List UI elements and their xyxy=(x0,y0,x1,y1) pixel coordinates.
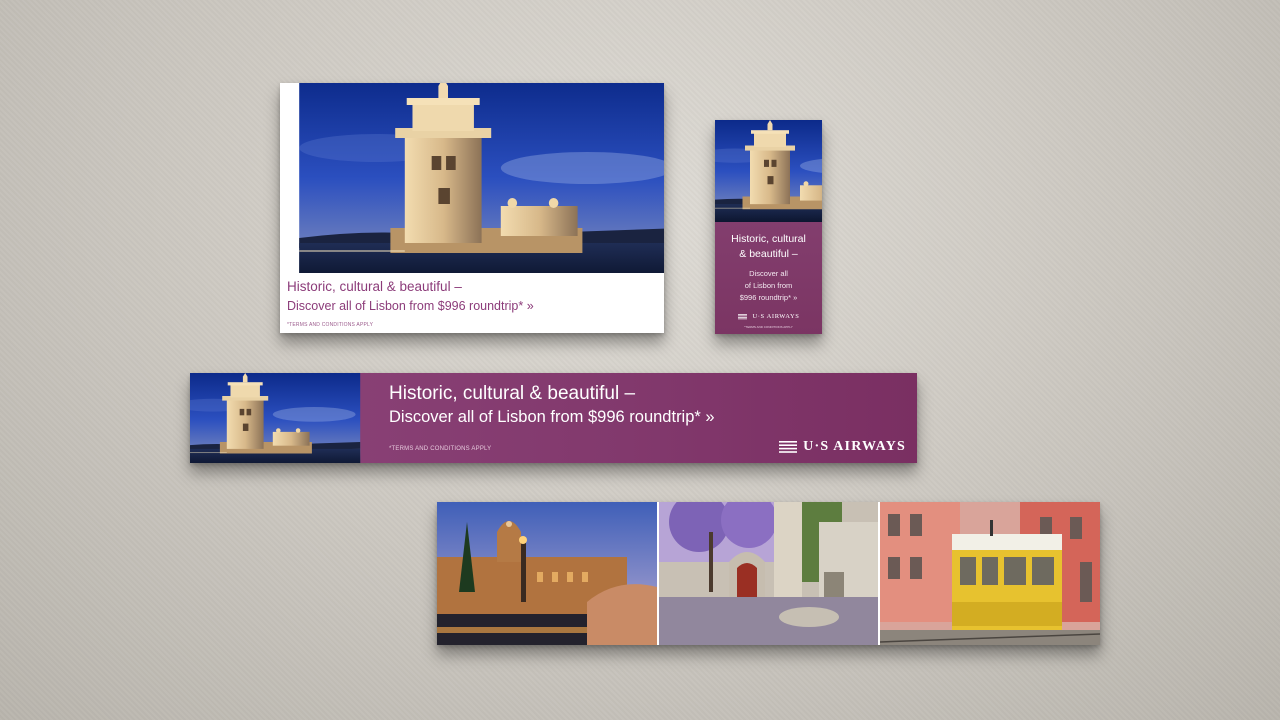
us-airways-logo: U·S AIRWAYS xyxy=(715,313,822,320)
terms-note: *TERMS AND CONDITIONS APPLY xyxy=(389,446,492,452)
ad-banner-skyscraper[interactable]: Historic, cultural & beautiful – Discove… xyxy=(715,120,822,334)
ad-banner-leaderboard[interactable]: Historic, cultural & beautiful – Discove… xyxy=(190,373,917,463)
ad-photo-strip[interactable] xyxy=(437,502,1100,645)
terms-note: *TERMS AND CONDITIONS APPLY xyxy=(744,325,793,329)
terms-note: *TERMS AND CONDITIONS APPLY xyxy=(287,322,374,328)
belem-tower-photo xyxy=(190,373,372,463)
jeronimos-monastery-photo xyxy=(437,502,657,645)
belem-tower-photo xyxy=(715,120,822,222)
ad-offer-link[interactable]: Discover all of Lisbon from $996 roundtr… xyxy=(389,408,715,427)
jacaranda-courtyard-photo xyxy=(659,502,878,645)
ad-headline: Historic, cultural & beautiful – xyxy=(389,383,636,404)
ad-offer-link[interactable]: Discover all of Lisbon from $996 roundtr… xyxy=(287,299,534,313)
ad-banner-medium-rectangle[interactable]: Historic, cultural & beautiful – Discove… xyxy=(280,83,664,333)
flag-icon xyxy=(737,313,747,319)
yellow-tram-photo xyxy=(880,502,1100,645)
flag-icon xyxy=(779,440,798,453)
ad-headline: Historic, cultural & beautiful – xyxy=(731,233,806,260)
ad-offer-link[interactable]: Discover all of Lisbon from $996 roundtr… xyxy=(715,268,822,304)
belem-tower-photo xyxy=(280,83,664,273)
us-airways-logo: U·S AIRWAYS xyxy=(779,439,906,455)
ad-headline: Historic, cultural & beautiful – xyxy=(287,279,462,294)
